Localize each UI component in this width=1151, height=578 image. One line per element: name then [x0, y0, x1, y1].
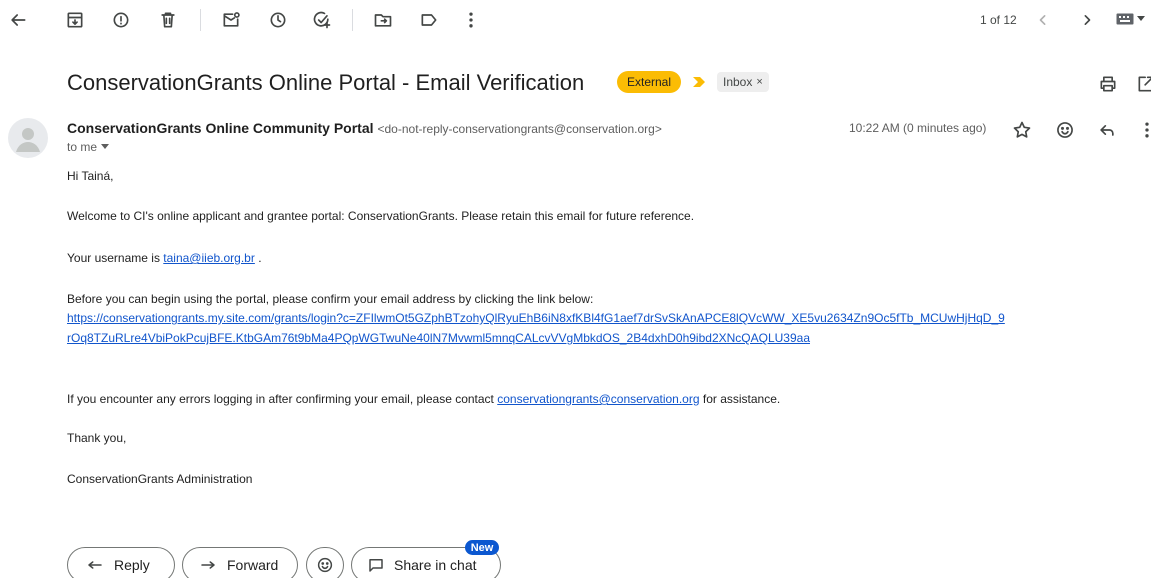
username-link[interactable]: taina@iieb.org.br: [163, 251, 255, 265]
new-badge: New: [465, 540, 499, 555]
report-spam-icon[interactable]: [109, 8, 133, 32]
more-vert-icon[interactable]: [1135, 118, 1151, 142]
confirm-link[interactable]: https://conservationgrants.my.site.com/g…: [67, 311, 1005, 325]
sender-email: <do-not-reply-conservationgrants@conserv…: [377, 122, 662, 136]
sender-line: ConservationGrants Online Community Port…: [67, 120, 662, 136]
star-icon[interactable]: [1010, 118, 1034, 142]
toolbar-divider: [352, 9, 353, 31]
signature-text: ConservationGrants Administration: [67, 472, 253, 486]
move-to-icon[interactable]: [371, 8, 395, 32]
label-icon[interactable]: [417, 8, 441, 32]
sender-name: ConservationGrants Online Community Port…: [67, 120, 374, 136]
newer-chevron-icon[interactable]: [1031, 8, 1055, 32]
sender-avatar: [8, 118, 48, 158]
toolbar-divider: [200, 9, 201, 31]
username-suffix: .: [254, 251, 262, 265]
open-new-window-icon[interactable]: [1134, 72, 1151, 96]
forward-arrow-icon: [201, 561, 215, 569]
username-prefix: Your username is: [67, 251, 164, 265]
snooze-icon[interactable]: [266, 8, 290, 32]
thanks-text: Thank you,: [67, 431, 127, 445]
recipient-details[interactable]: to me: [67, 140, 110, 154]
confirm-link-line1[interactable]: https://conservationgrants.my.site.com/g…: [67, 311, 1005, 325]
greeting-text: Hi Tainá,: [67, 169, 114, 183]
emoji-react-button[interactable]: [306, 547, 344, 578]
support-email-link[interactable]: conservationgrants@conservation.org: [497, 392, 699, 406]
welcome-text: Welcome to CI's online applicant and gra…: [67, 209, 695, 223]
reply-icon[interactable]: [1095, 118, 1119, 142]
message-timestamp: 10:22 AM (0 minutes ago): [849, 121, 987, 135]
archive-icon[interactable]: [63, 8, 87, 32]
confirm-instructions: Before you can begin using the portal, p…: [67, 292, 594, 306]
add-to-tasks-icon[interactable]: [310, 8, 334, 32]
forward-button-label: Forward: [227, 557, 279, 573]
share-button-label: Share in chat: [394, 557, 477, 573]
reply-arrow-icon: [88, 561, 102, 569]
confirm-link-line2[interactable]: rOq8TZuRLre4VbiPokPcujBFE.KtbGAm76t9bMa4…: [67, 331, 810, 345]
older-chevron-icon[interactable]: [1075, 8, 1099, 32]
input-tools-keyboard-icon[interactable]: [1116, 13, 1145, 25]
remove-label-icon[interactable]: ×: [756, 76, 762, 88]
errors-line: If you encounter any errors logging in a…: [67, 392, 780, 406]
username-line: Your username is taina@iieb.org.br .: [67, 251, 262, 265]
reply-button-label: Reply: [114, 557, 150, 573]
smiley-icon: [317, 557, 333, 573]
inbox-label-chip: Inbox ×: [717, 72, 769, 92]
mark-unread-icon[interactable]: [219, 8, 243, 32]
emoji-reaction-icon[interactable]: [1053, 118, 1077, 142]
reply-button[interactable]: Reply: [67, 547, 175, 578]
chevron-down-icon[interactable]: [101, 144, 110, 150]
errors-prefix: If you encounter any errors logging in a…: [67, 392, 498, 406]
print-icon[interactable]: [1096, 72, 1120, 96]
recipient-text: to me: [67, 140, 98, 154]
email-subject: ConservationGrants Online Portal - Email…: [67, 70, 585, 95]
errors-suffix: for assistance.: [699, 392, 781, 406]
forward-button[interactable]: Forward: [182, 547, 298, 578]
importance-marker-icon[interactable]: [693, 77, 705, 87]
confirm-link-cont[interactable]: rOq8TZuRLre4VbiPokPcujBFE.KtbGAm76t9bMa4…: [67, 331, 810, 345]
more-vert-icon[interactable]: [459, 8, 483, 32]
pagination-count: 1 of 12: [980, 13, 1017, 27]
back-arrow-icon[interactable]: [6, 8, 30, 32]
chat-bubble-icon: [369, 559, 383, 572]
delete-icon[interactable]: [156, 8, 180, 32]
external-badge: External: [617, 71, 681, 93]
inbox-label-text: Inbox: [723, 75, 753, 89]
